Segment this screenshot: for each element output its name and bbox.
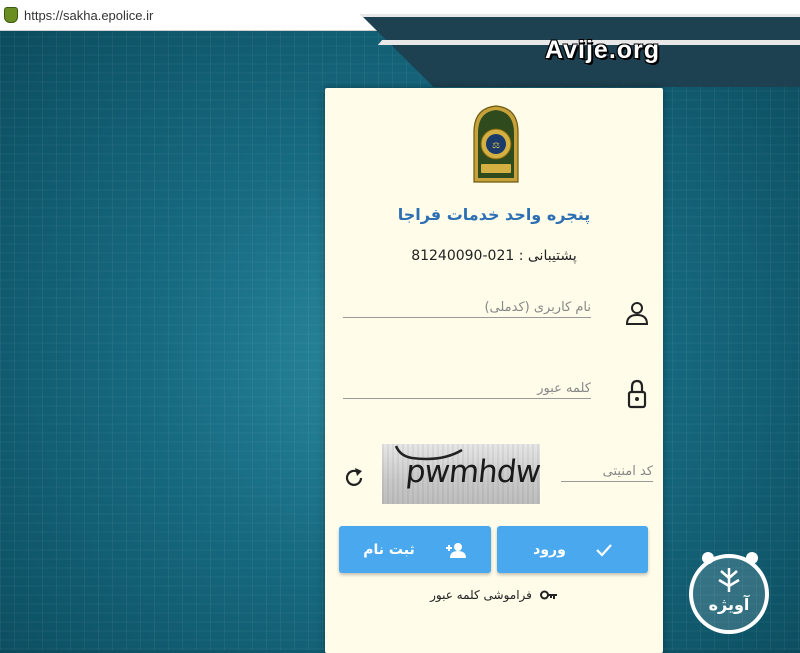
key-icon — [539, 590, 557, 600]
login-button[interactable]: ورود — [497, 526, 648, 573]
login-label: ورود — [533, 541, 566, 558]
lock-icon — [627, 379, 647, 409]
banner-text: Avije.org — [545, 36, 661, 64]
captcha-input[interactable] — [561, 464, 655, 481]
url-text[interactable]: https://sakha.epolice.ir — [24, 8, 153, 23]
svg-text:⚖: ⚖ — [492, 141, 500, 151]
username-input[interactable] — [343, 300, 593, 317]
person-add-icon — [445, 542, 466, 558]
aviije-watermark-logo: آویژه — [689, 552, 769, 634]
captcha-field[interactable] — [561, 460, 655, 482]
site-favicon-icon — [4, 7, 18, 23]
watermark-text: آویژه — [709, 594, 750, 614]
police-emblem-logo: ⚖ — [473, 105, 519, 183]
forgot-password-label[interactable]: فراموشی کلمه عبور — [430, 588, 532, 602]
support-phone: پشتیبانی : 021-81240090 — [411, 248, 577, 264]
page-title: پنجره واحد خدمات فراجا — [397, 205, 591, 224]
checkmark-icon — [596, 543, 612, 557]
refresh-icon[interactable] — [343, 467, 365, 489]
forgot-password-link[interactable]: فراموشی کلمه عبور — [325, 588, 663, 602]
register-button[interactable]: ثبت نام — [339, 526, 491, 573]
register-label: ثبت نام — [363, 541, 415, 558]
password-field[interactable] — [343, 377, 593, 399]
password-input[interactable] — [343, 381, 593, 398]
captcha-image: pwmhdw — [382, 444, 540, 504]
captcha-text: pwmhdw — [404, 454, 540, 490]
username-field[interactable] — [343, 296, 593, 318]
login-card: ⚖ پنجره واحد خدمات فراجا پشتیبانی : 021-… — [325, 88, 663, 653]
person-icon — [625, 302, 649, 325]
